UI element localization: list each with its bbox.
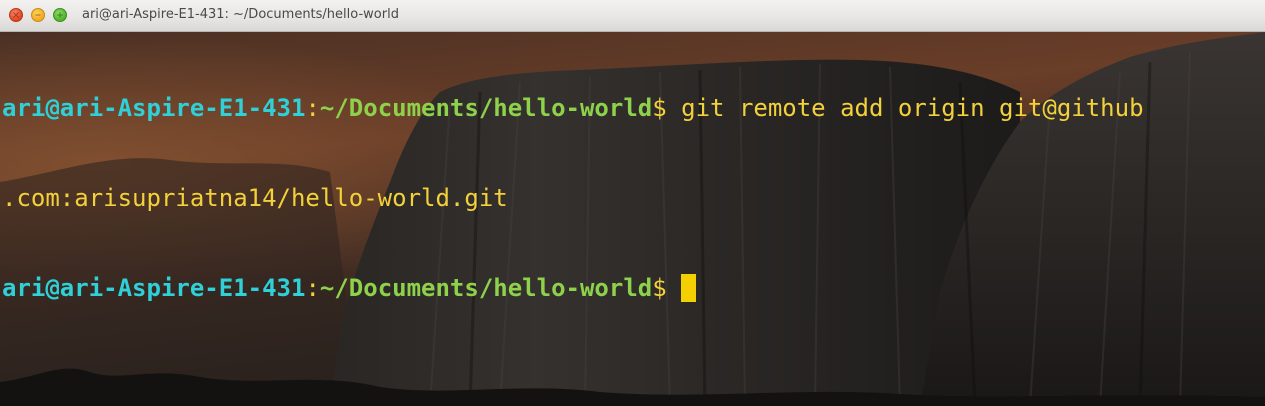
prompt-path: ~/Documents/hello-world — [319, 94, 653, 122]
prompt-separator: : — [305, 94, 320, 122]
terminal-area[interactable]: ari@ari-Aspire-E1-431:~/Documents/hello-… — [0, 32, 1265, 406]
minimize-icon — [35, 14, 41, 16]
window-title: ari@ari-Aspire-E1-431: ~/Documents/hello… — [82, 7, 399, 22]
terminal-line: .com:arisupriatna14/hello-world.git — [2, 183, 1144, 213]
maximize-icon — [57, 12, 63, 18]
prompt-symbol: $ — [652, 274, 682, 302]
terminal-line: ari@ari-Aspire-E1-431:~/Documents/hello-… — [2, 93, 1144, 123]
prompt-symbol: $ — [652, 94, 682, 122]
title-bar[interactable]: ari@ari-Aspire-E1-431: ~/Documents/hello… — [0, 0, 1265, 32]
minimize-button[interactable] — [31, 8, 45, 22]
prompt-separator: : — [305, 274, 320, 302]
command-text: git remote add origin git@github — [681, 94, 1144, 122]
close-icon — [13, 12, 19, 18]
terminal-output: ari@ari-Aspire-E1-431:~/Documents/hello-… — [2, 33, 1144, 363]
prompt-path: ~/Documents/hello-world — [319, 274, 653, 302]
prompt-user-host: ari@ari-Aspire-E1-431 — [2, 274, 306, 302]
close-button[interactable] — [9, 8, 23, 22]
prompt-user-host: ari@ari-Aspire-E1-431 — [2, 94, 306, 122]
maximize-button[interactable] — [53, 8, 67, 22]
terminal-window: ari@ari-Aspire-E1-431: ~/Documents/hello… — [0, 0, 1265, 406]
text-cursor[interactable] — [681, 274, 697, 302]
command-continuation: .com:arisupriatna14/hello-world.git — [2, 184, 508, 212]
terminal-line: ari@ari-Aspire-E1-431:~/Documents/hello-… — [2, 273, 1144, 303]
